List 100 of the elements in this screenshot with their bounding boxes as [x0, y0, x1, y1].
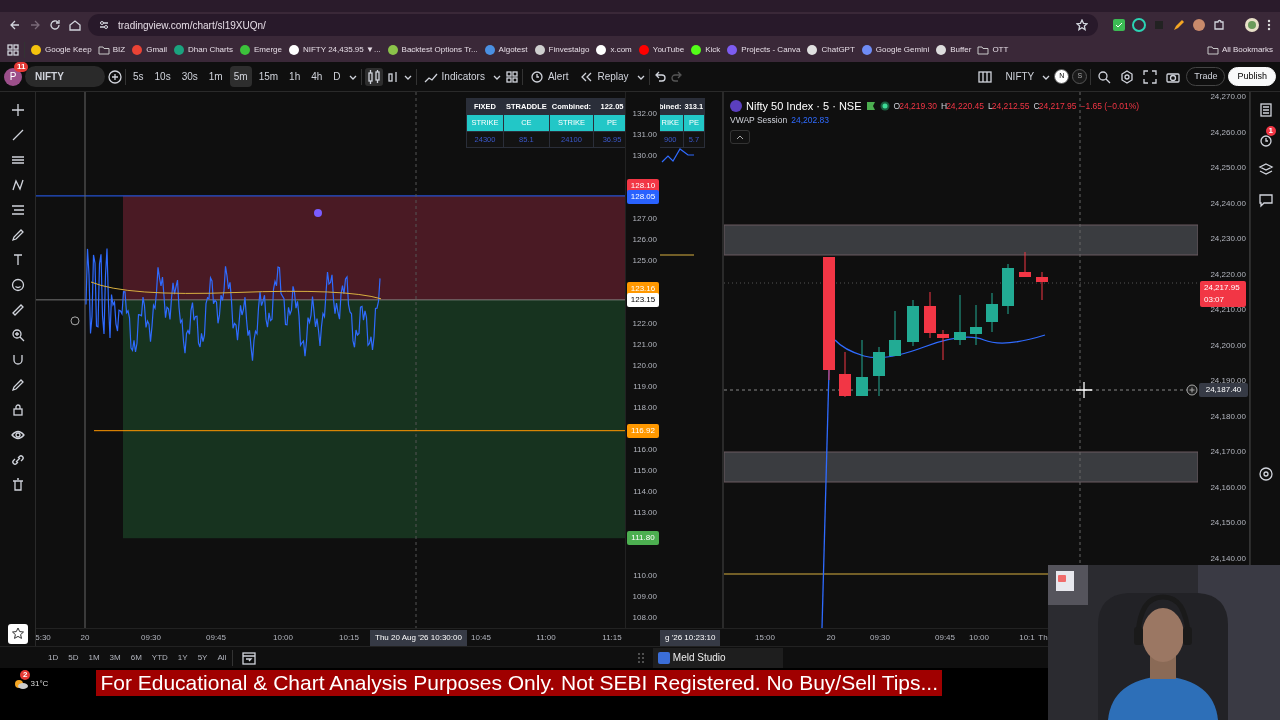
bookmark[interactable]: Finvestalgo — [532, 42, 591, 58]
indicators-button[interactable]: Indicators — [419, 66, 489, 87]
weather-icon — [14, 678, 28, 690]
bookmark[interactable]: Gmail — [130, 42, 169, 58]
bookmark[interactable]: YouTube — [636, 42, 686, 58]
bookmark[interactable]: Algotest — [482, 42, 529, 58]
watchlist-icon[interactable] — [1257, 102, 1274, 118]
price-label: 115.00 — [633, 465, 657, 477]
price-label: 119.00 — [633, 381, 657, 393]
symbol-search[interactable]: NIFTY — [25, 66, 105, 87]
bookmark[interactable]: All Bookmarks — [1205, 42, 1274, 58]
target-icon[interactable] — [1257, 466, 1274, 483]
range-button[interactable]: 6M — [126, 649, 146, 666]
search-icon[interactable] — [1097, 69, 1112, 84]
alarm-clock-icon[interactable] — [1257, 132, 1274, 149]
range-button[interactable]: YTD — [147, 649, 172, 666]
range-button[interactable]: 1Y — [173, 649, 192, 666]
bookmark[interactable]: BIZ — [96, 42, 127, 58]
price-label: 118.00 — [633, 402, 657, 414]
ohlc-value: 24,212.55 — [991, 99, 1030, 113]
interval-tab[interactable]: 30s — [177, 66, 202, 87]
alert-button[interactable]: Alert — [525, 66, 573, 87]
interval-tab[interactable]: 5m — [229, 66, 252, 87]
menu-icon[interactable] — [1266, 18, 1272, 32]
add-circle-icon[interactable] — [1186, 384, 1198, 396]
bars-icon[interactable] — [385, 69, 400, 84]
collapse-button[interactable] — [730, 130, 750, 144]
replay-button[interactable]: Replay — [575, 66, 633, 87]
interval-tab[interactable]: 1h — [285, 66, 305, 87]
bookmark[interactable]: Projects - Canva — [725, 42, 802, 58]
interval-tab[interactable]: 1m — [204, 66, 227, 87]
price-label: 108.00 — [632, 612, 657, 624]
interval-tab[interactable]: 10s — [150, 66, 175, 87]
range-button[interactable]: 3M — [105, 649, 125, 666]
range-button[interactable]: 5Y — [193, 649, 212, 666]
smiley-icon[interactable] — [9, 277, 26, 293]
bookmark[interactable]: Buffer — [934, 42, 973, 58]
price-tag: 111.80 — [627, 531, 659, 546]
time-label: 09:45 — [206, 632, 226, 644]
flag-icon[interactable] — [865, 101, 876, 112]
price-label: 121.00 — [632, 339, 657, 351]
bookmark[interactable]: Backtest Options Tr... — [385, 42, 479, 58]
reload-icon[interactable] — [48, 18, 62, 32]
drag-handle-icon[interactable] — [637, 651, 646, 664]
pencil-icon[interactable] — [9, 377, 26, 393]
time-label: 10:1 — [1019, 632, 1035, 644]
weather-widget[interactable]: 2 31°C — [0, 670, 49, 690]
range-button[interactable]: 1D — [44, 649, 63, 666]
pattern-icon[interactable] — [9, 177, 26, 193]
fullscreen-icon[interactable] — [1143, 69, 1158, 84]
home-icon[interactable] — [68, 18, 82, 32]
grid-icon[interactable] — [504, 69, 519, 84]
forward-icon[interactable] — [28, 18, 42, 32]
interval-tab[interactable]: 15m — [254, 66, 283, 87]
disclaimer-banner: For Educational & Chart Analysis Purposes Only. Not SEBI Registered. No Buy/Sell Tips... — [96, 670, 943, 696]
taskbar-preview[interactable]: Meld Studio — [653, 647, 784, 668]
interval-tab[interactable]: 4h — [307, 66, 327, 87]
range-button[interactable]: 5D — [64, 649, 83, 666]
range-button[interactable]: 1M — [84, 649, 104, 666]
time-label: Th — [1038, 632, 1048, 644]
puzzle-icon[interactable] — [1212, 18, 1226, 32]
bookmark[interactable]: OTT — [976, 42, 1010, 58]
symbol-button[interactable]: NIFTY — [1001, 66, 1039, 87]
price-label: 132.00 — [632, 108, 657, 120]
price-change: −1.65 (−0.01%) — [1080, 99, 1140, 113]
profile-icon[interactable] — [1244, 17, 1260, 33]
bookmark[interactable]: Kick — [689, 42, 722, 58]
interval-tab[interactable]: D — [329, 66, 345, 87]
extension-icon[interactable] — [1112, 18, 1126, 32]
add-icon[interactable] — [108, 69, 122, 84]
star-icon[interactable] — [1076, 19, 1088, 31]
brush-icon[interactable] — [9, 227, 26, 243]
publish-button[interactable]: Publish — [1228, 66, 1276, 87]
ohlc-value: 24,217.95 — [1038, 99, 1077, 113]
bookmark[interactable]: x.com — [594, 42, 633, 58]
interval-tab[interactable]: 5s — [129, 66, 148, 87]
link-icon[interactable] — [9, 452, 26, 468]
bookmark[interactable]: Google Gemini — [859, 42, 931, 58]
pencil-icon[interactable] — [1172, 18, 1186, 32]
zoom-icon[interactable] — [9, 327, 26, 343]
crosshair-icon[interactable] — [9, 102, 26, 118]
candles-icon[interactable] — [364, 67, 383, 86]
settings-icon[interactable] — [1120, 69, 1135, 84]
bookmark[interactable]: Dhan Charts — [172, 42, 234, 58]
back-icon[interactable] — [8, 18, 22, 32]
bookmark[interactable]: Google Keep — [29, 42, 93, 58]
chat-icon[interactable] — [1257, 192, 1274, 209]
layout-icon[interactable] — [978, 69, 993, 84]
bookmark[interactable]: NIFTY 24,435.95 ▼... — [287, 42, 382, 58]
calendar-icon[interactable] — [241, 650, 258, 665]
price-label: 24,270.00 — [1210, 92, 1246, 103]
address-bar[interactable]: tradingview.com/chart/sl19XUQn/ — [88, 14, 1098, 36]
bookmark[interactable]: Emerge — [237, 42, 283, 58]
candle — [856, 339, 868, 397]
bookmark[interactable]: ChatGPT — [805, 42, 856, 58]
extension-icon[interactable] — [1132, 18, 1146, 32]
range-button[interactable]: All — [213, 649, 231, 666]
lines-icon[interactable] — [9, 202, 26, 218]
apps-icon[interactable] — [6, 43, 20, 57]
site-settings-icon[interactable] — [98, 19, 110, 31]
